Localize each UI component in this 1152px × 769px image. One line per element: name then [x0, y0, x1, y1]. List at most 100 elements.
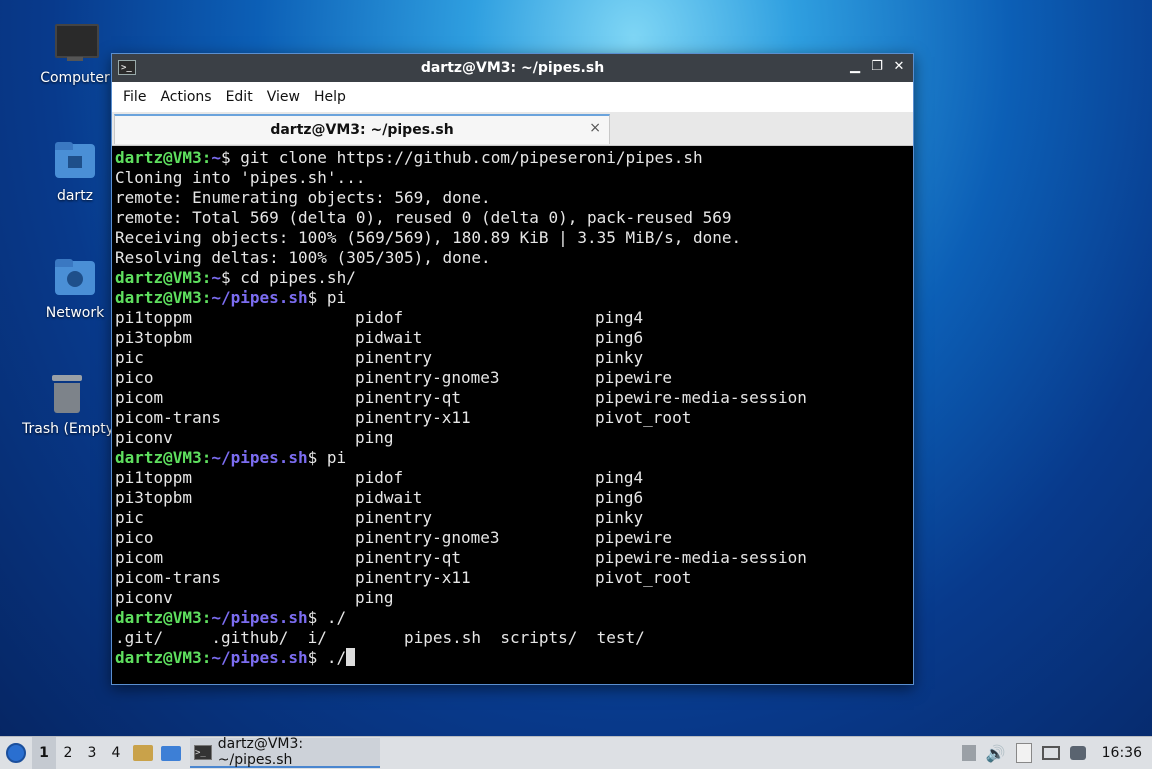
desktop-switch-3[interactable]: 3	[80, 737, 104, 769]
terminal-line: pico pinentry-gnome3 pipewire	[115, 528, 913, 548]
completion-item: pic	[115, 348, 144, 367]
completion-item: pipewire-media-session	[595, 388, 807, 407]
menu-help[interactable]: Help	[307, 89, 353, 105]
terminal-line: remote: Total 569 (delta 0), reused 0 (d…	[115, 208, 913, 228]
minimize-button[interactable]: ▁	[847, 58, 863, 76]
menu-edit[interactable]: Edit	[219, 89, 260, 105]
file-manager-launcher[interactable]	[128, 737, 158, 769]
desktop-icon-label: dartz	[56, 188, 94, 204]
prompt-symbol: $	[307, 608, 327, 627]
terminal-output[interactable]: dartz@VM3:~$ git clone https://github.co…	[112, 146, 913, 668]
terminal-line: pi1toppm pidof ping4	[115, 468, 913, 488]
desktop-switch-1[interactable]: 1	[32, 737, 56, 769]
completion-item: picom	[115, 388, 164, 407]
completion-item: picom-trans	[115, 408, 221, 427]
completion-item: pi3topbm	[115, 328, 193, 347]
terminal-line: pic pinentry pinky	[115, 348, 913, 368]
prompt-symbol: $	[307, 288, 327, 307]
home-folder-icon	[53, 140, 97, 184]
prompt-path: ~/pipes.sh	[211, 648, 308, 667]
completion-item: pidof	[355, 308, 404, 327]
prompt-user-host: dartz@VM3:	[115, 608, 212, 627]
command-text: ./	[326, 608, 347, 627]
tab-terminal[interactable]: dartz@VM3: ~/pipes.sh ×	[114, 114, 610, 144]
terminal-line: dartz@VM3:~/pipes.sh$ ./	[115, 648, 913, 668]
terminal-line: dartz@VM3:~$ cd pipes.sh/	[115, 268, 913, 288]
completion-item: pivot_root	[595, 408, 692, 427]
completion-item: picom-trans	[115, 568, 221, 587]
volume-icon[interactable]: 🔊	[986, 744, 1006, 763]
terminal-line: pi3topbm pidwait ping6	[115, 328, 913, 348]
completion-item: pinentry-x11	[355, 568, 471, 587]
start-menu-button[interactable]	[0, 737, 32, 769]
prompt-user-host: dartz@VM3:	[115, 148, 212, 167]
output-text: Receiving objects: 100% (569/569), 180.8…	[115, 228, 742, 247]
prompt-symbol: $	[307, 648, 327, 667]
eject-icon[interactable]	[961, 745, 976, 761]
menu-actions[interactable]: Actions	[153, 89, 218, 105]
menu-bar: File Actions Edit View Help	[112, 82, 913, 112]
terminal-line: Cloning into 'pipes.sh'...	[115, 168, 913, 188]
terminal-line: dartz@VM3:~/pipes.sh$ pi	[115, 288, 913, 308]
desktop-switch-4[interactable]: 4	[104, 737, 128, 769]
desktop-icon-computer[interactable]: Computer	[27, 22, 123, 86]
terminal-line: picom pinentry-qt pipewire-media-session	[115, 548, 913, 568]
terminal-cursor	[346, 648, 356, 666]
chat-icon[interactable]	[1069, 746, 1086, 760]
desktop-switch-2[interactable]: 2	[56, 737, 80, 769]
terminal-line: picom-trans pinentry-x11 pivot_root	[115, 408, 913, 428]
close-button[interactable]: ✕	[891, 58, 907, 76]
command-text: pi	[326, 448, 347, 467]
completion-item: pinentry-qt	[355, 388, 461, 407]
completion-item: pidwait	[355, 328, 423, 347]
completion-item: pinentry	[355, 348, 433, 367]
output-text: Cloning into 'pipes.sh'...	[115, 168, 366, 187]
completion-item: ping6	[595, 328, 644, 347]
network-status-icon[interactable]	[1041, 746, 1060, 760]
completion-item: pi1toppm	[115, 308, 193, 327]
terminal-line: Receiving objects: 100% (569/569), 180.8…	[115, 228, 913, 248]
completion-item: ping	[355, 428, 394, 447]
completion-item: pinentry-qt	[355, 548, 461, 567]
taskbar-item-label: dartz@VM3: ~/pipes.sh	[217, 736, 304, 768]
desktop-icon-home[interactable]: dartz	[27, 140, 123, 204]
completion-item: pi3topbm	[115, 488, 193, 507]
window-titlebar[interactable]: >_ dartz@VM3: ~/pipes.sh ▁ ❐ ✕	[112, 54, 913, 82]
completion-item: piconv	[115, 588, 173, 607]
terminal-line: pico pinentry-gnome3 pipewire	[115, 368, 913, 388]
completion-item: piconv	[115, 428, 173, 447]
terminal-task-icon: >_	[194, 744, 212, 760]
system-tray: 🔊 16:36	[961, 737, 1152, 769]
desktop-icon-label: Trash (Empty)	[22, 421, 111, 437]
prompt-user-host: dartz@VM3:	[115, 268, 212, 287]
window-title: dartz@VM3: ~/pipes.sh	[420, 60, 605, 76]
maximize-button[interactable]: ❐	[869, 58, 885, 76]
prompt-user-host: dartz@VM3:	[115, 288, 212, 307]
prompt-symbol: $	[220, 268, 241, 287]
completion-item: pinentry-gnome3	[355, 368, 500, 387]
menu-file[interactable]: File	[116, 89, 153, 105]
desktop-icon-network[interactable]: Network	[27, 257, 123, 321]
command-text: cd pipes.sh/	[240, 268, 356, 287]
desktop-icon-label: Network	[45, 305, 105, 321]
prompt-path: ~/pipes.sh	[211, 288, 308, 307]
show-desktop-button[interactable]	[158, 737, 184, 769]
completion-item: pinentry-x11	[355, 408, 471, 427]
tab-close-icon[interactable]: ×	[589, 120, 601, 136]
completion-item: pinky	[595, 348, 644, 367]
taskbar-item-terminal[interactable]: >_ dartz@VM3: ~/pipes.sh	[190, 736, 380, 768]
prompt-symbol: $	[220, 148, 241, 167]
completion-item: ping4	[595, 308, 644, 327]
terminal-line: picom pinentry-qt pipewire-media-session	[115, 388, 913, 408]
clipboard-icon[interactable]	[1015, 743, 1032, 763]
tab-title: dartz@VM3: ~/pipes.sh	[270, 122, 454, 138]
prompt-path: ~/pipes.sh	[211, 608, 308, 627]
output-text: remote: Enumerating objects: 569, done.	[115, 188, 491, 207]
desktop-icon-trash[interactable]: Trash (Empty)	[22, 373, 111, 437]
prompt-path: ~	[211, 268, 221, 287]
completion-item: picom	[115, 548, 164, 567]
completion-item: pi1toppm	[115, 468, 193, 487]
prompt-path: ~/pipes.sh	[211, 448, 308, 467]
completion-item: pipewire	[595, 368, 673, 387]
menu-view[interactable]: View	[260, 89, 307, 105]
